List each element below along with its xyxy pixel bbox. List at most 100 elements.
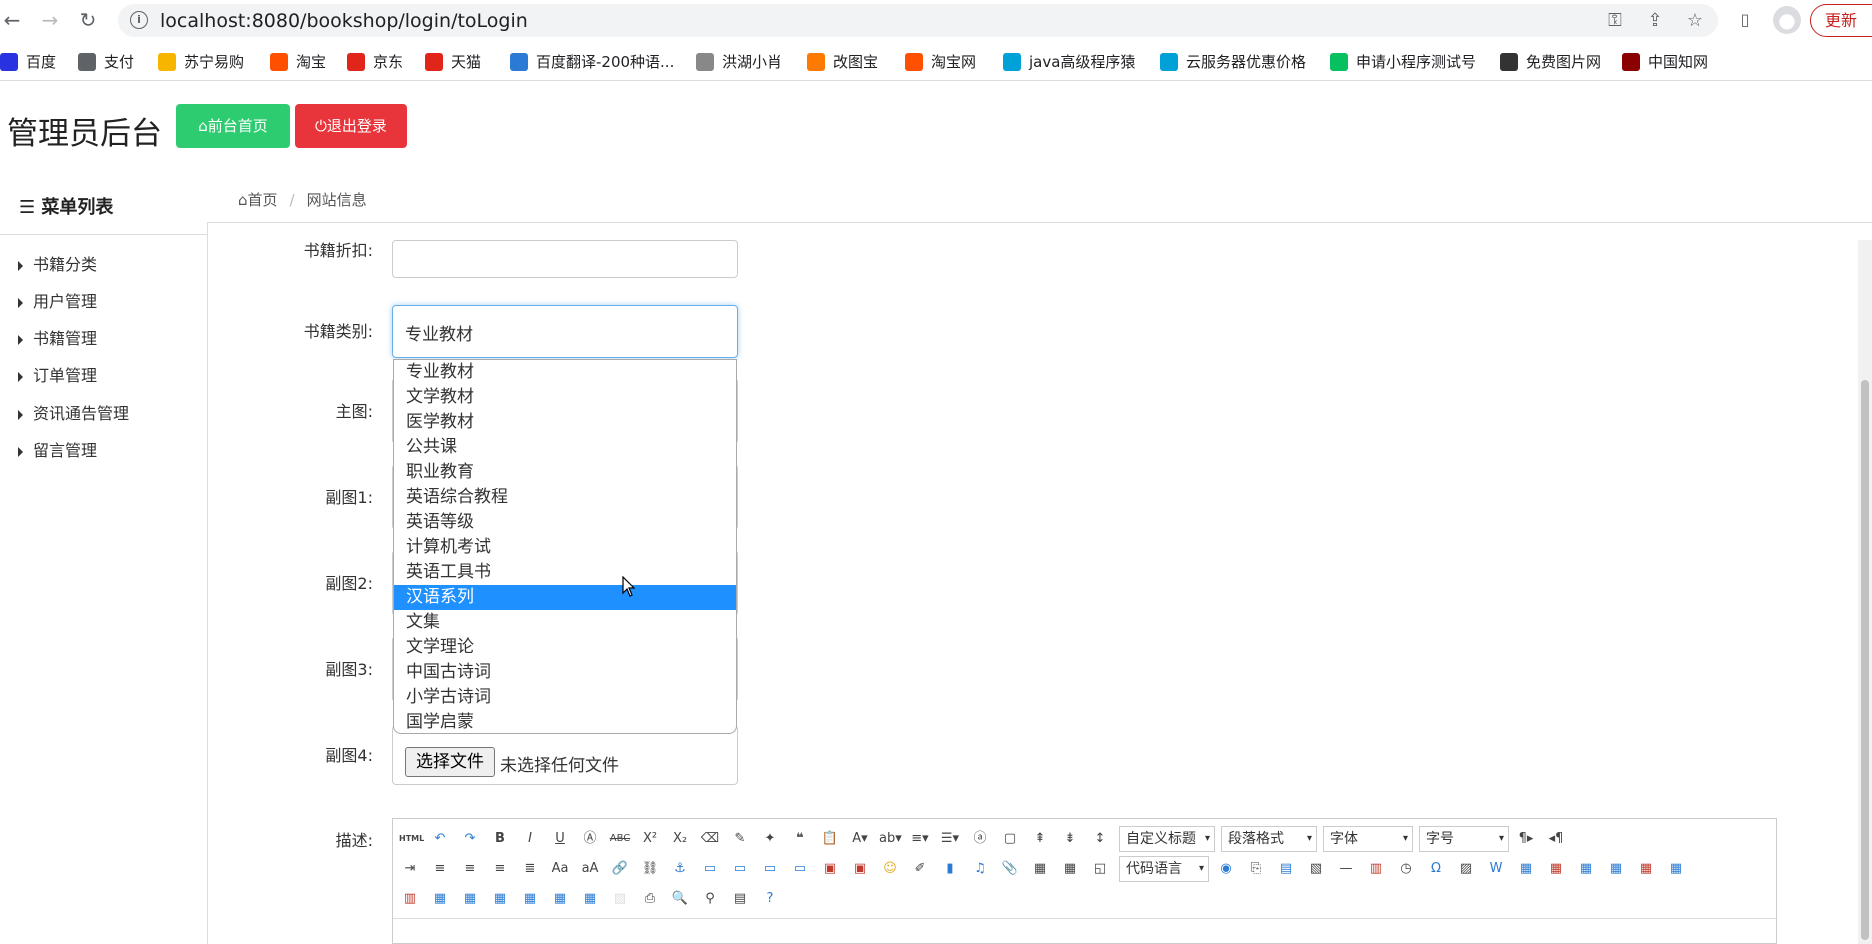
category-option[interactable]: 计算机考试: [394, 535, 736, 560]
category-option[interactable]: 小学古诗词: [394, 685, 736, 710]
clear-doc-icon[interactable]: ▢: [999, 829, 1021, 849]
undo-icon[interactable]: ↶: [429, 829, 451, 849]
paste-text-icon[interactable]: 📋: [819, 829, 841, 849]
attachment-icon[interactable]: 📎: [999, 859, 1021, 879]
category-option[interactable]: 职业教育: [394, 460, 736, 485]
rtl-icon[interactable]: ◂¶: [1545, 829, 1567, 849]
bookmark-item[interactable]: 云服务器优惠价格: [1160, 51, 1306, 72]
bookmark-item[interactable]: 免费图片网: [1500, 51, 1601, 72]
simple-upload-icon[interactable]: ▣: [819, 859, 841, 879]
font-color-icon[interactable]: A▾: [849, 829, 871, 849]
key-icon[interactable]: ⚿: [1604, 10, 1626, 32]
sidebar-item-orders[interactable]: 订单管理: [18, 362, 97, 386]
category-option[interactable]: 英语等级: [394, 510, 736, 535]
sidebar-item-book-category[interactable]: 书籍分类: [18, 251, 97, 275]
split-cols-icon[interactable]: ▦: [579, 889, 601, 909]
gmap-icon[interactable]: ▦: [1059, 859, 1081, 879]
choose-file-button[interactable]: 选择文件: [405, 747, 495, 777]
horizontal-rule-icon[interactable]: —: [1335, 859, 1357, 879]
scrawl-icon[interactable]: ✐: [909, 859, 931, 879]
reload-icon[interactable]: ↻: [76, 8, 100, 32]
bookmark-item[interactable]: java高级程序猿: [1003, 51, 1135, 72]
bold-icon[interactable]: B: [489, 829, 511, 849]
justify-icon[interactable]: ≣: [519, 859, 541, 879]
template-icon[interactable]: ▤: [1275, 859, 1297, 879]
logout-button[interactable]: ⏻退出登录: [295, 104, 407, 148]
share-icon[interactable]: ⇪: [1644, 10, 1666, 32]
bookmark-item[interactable]: 百度: [0, 51, 56, 72]
unlink-icon[interactable]: ⛓: [639, 859, 661, 879]
scrollbar-thumb[interactable]: [1861, 380, 1869, 940]
html-source-icon[interactable]: HTML: [399, 829, 424, 849]
sidebar-toggle-icon[interactable]: ▯: [1733, 8, 1757, 32]
indent-icon[interactable]: ⇥: [399, 859, 421, 879]
sidebar-item-news[interactable]: 资讯通告管理: [18, 400, 129, 424]
align-center-icon[interactable]: ≡: [459, 859, 481, 879]
bookmark-item[interactable]: 苏宁易购: [158, 51, 244, 72]
bookmark-item[interactable]: 京东: [347, 51, 403, 72]
subscript-icon[interactable]: X₂: [669, 829, 691, 849]
eraser-icon[interactable]: ⌫: [699, 829, 721, 849]
image-none-icon[interactable]: ▭: [699, 859, 721, 879]
align-right-icon[interactable]: ≡: [489, 859, 511, 879]
category-option[interactable]: 汉语系列: [394, 585, 736, 610]
chart-icon[interactable]: ▧: [609, 889, 631, 909]
category-option[interactable]: 国学启蒙: [394, 710, 736, 733]
font-family-select[interactable]: 字体 ▾: [1323, 826, 1413, 852]
word-icon[interactable]: W: [1485, 859, 1507, 879]
bookmark-item[interactable]: 改图宝: [807, 51, 878, 72]
insert-frame-icon[interactable]: ◱: [1089, 859, 1111, 879]
special-chars-icon[interactable]: Ω: [1425, 859, 1447, 879]
insert-video-icon[interactable]: ▮: [939, 859, 961, 879]
category-option[interactable]: 公共课: [394, 435, 736, 460]
bookmark-item[interactable]: 淘宝: [270, 51, 326, 72]
discount-input[interactable]: [392, 240, 738, 278]
category-option[interactable]: 专业教材: [394, 360, 736, 385]
insert-image-icon[interactable]: ▣: [849, 859, 871, 879]
row-spacing-bottom-icon[interactable]: ⇟: [1059, 829, 1081, 849]
ltr-icon[interactable]: ¶▸: [1515, 829, 1537, 849]
split-cells-icon[interactable]: ▦: [519, 889, 541, 909]
category-option[interactable]: 医学教材: [394, 410, 736, 435]
align-left-icon[interactable]: ≡: [429, 859, 451, 879]
delete-table-icon[interactable]: ▦: [1545, 859, 1567, 879]
unordered-list-icon[interactable]: ☰▾: [939, 829, 961, 849]
date-icon[interactable]: ▥: [1365, 859, 1387, 879]
font-border-icon[interactable]: Ⓐ: [579, 829, 601, 849]
redo-icon[interactable]: ↷: [459, 829, 481, 849]
back-icon[interactable]: ←: [0, 8, 24, 32]
anchor-icon[interactable]: ⚓: [669, 859, 691, 879]
bookmark-item[interactable]: 淘宝网: [905, 51, 976, 72]
insert-table-icon[interactable]: ▦: [1515, 859, 1537, 879]
superscript-icon[interactable]: X²: [639, 829, 661, 849]
breadcrumb-home[interactable]: 首页: [248, 191, 278, 209]
underline-icon[interactable]: U: [549, 829, 571, 849]
address-bar[interactable]: i localhost:8080/bookshop/login/toLogin …: [118, 4, 1718, 37]
link-icon[interactable]: 🔗: [609, 859, 631, 879]
format-brush-icon[interactable]: ✎: [729, 829, 751, 849]
category-option[interactable]: 英语工具书: [394, 560, 736, 585]
quote-icon[interactable]: ❝: [789, 829, 811, 849]
bookmark-item[interactable]: 洪湖小肖: [696, 51, 782, 72]
sidebar-item-users[interactable]: 用户管理: [18, 288, 97, 312]
frontpage-button[interactable]: ⌂前台首页: [176, 104, 290, 148]
split-rows-icon[interactable]: ▦: [549, 889, 571, 909]
image-left-icon[interactable]: ▭: [729, 859, 751, 879]
insert-col-icon[interactable]: ▦: [1665, 859, 1687, 879]
category-select[interactable]: 专业教材: [392, 305, 738, 358]
font-size-select[interactable]: 字号 ▾: [1419, 826, 1509, 852]
image-right-icon[interactable]: ▭: [759, 859, 781, 879]
emotion-icon[interactable]: ☺: [879, 859, 901, 879]
custom-heading-select[interactable]: 自定义标题 ▾: [1119, 826, 1215, 852]
insert-row-icon[interactable]: ▦: [1605, 859, 1627, 879]
help-icon[interactable]: ?: [759, 889, 781, 909]
merge-cells-icon[interactable]: ▦: [429, 889, 451, 909]
drafts-icon[interactable]: ▤: [729, 889, 751, 909]
bookmark-item[interactable]: 中国知网: [1622, 51, 1708, 72]
strikethrough-icon[interactable]: ABC: [609, 829, 631, 849]
profile-avatar-icon[interactable]: ●: [1773, 6, 1801, 34]
bookmark-item[interactable]: 天猫: [425, 51, 481, 72]
url-text[interactable]: localhost:8080/bookshop/login/toLogin: [160, 10, 528, 32]
search-replace-icon[interactable]: ⚲: [699, 889, 721, 909]
page-break-icon[interactable]: ⎘: [1245, 859, 1267, 879]
